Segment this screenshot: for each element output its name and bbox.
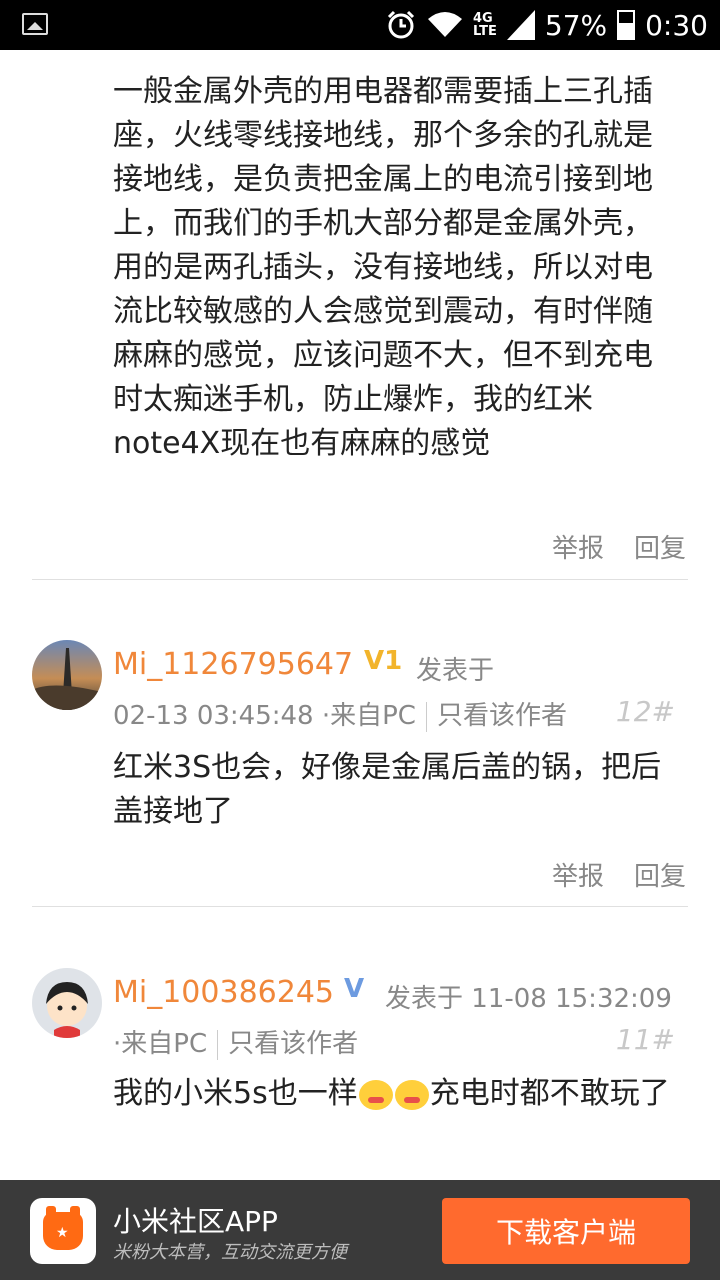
report-button[interactable]: 举报 (552, 856, 604, 893)
avatar-cartoon-image (46, 982, 88, 1038)
network-type: 4G LTE (473, 12, 497, 38)
only-author-link[interactable]: 只看该作者 (228, 1029, 358, 1059)
username[interactable]: Mi_1126795647 (113, 647, 353, 682)
avatar[interactable] (32, 968, 102, 1038)
app-download-banner[interactable]: ★ 小米社区APP 米粉大本营，互动交流更方便 下载客户端 (0, 1180, 720, 1280)
wifi-icon (427, 12, 462, 37)
posted-label: 发表于 (385, 984, 464, 1014)
clock: 0:30 (645, 8, 708, 42)
reply-button[interactable]: 回复 (634, 856, 686, 893)
app-name: 小米社区APP (113, 1205, 278, 1238)
report-button[interactable]: 举报 (552, 528, 604, 565)
signal-icon (506, 10, 535, 40)
reply-button[interactable]: 回复 (634, 528, 686, 565)
separator (217, 1029, 219, 1060)
floor-number: 12# (615, 695, 675, 728)
download-client-button[interactable]: 下载客户端 (442, 1198, 690, 1264)
verified-badge-icon: V (344, 974, 365, 1004)
level-badge-icon: V1 (364, 646, 403, 676)
posted-label: 发表于 (416, 656, 495, 686)
alarm-icon (387, 10, 415, 39)
status-icons: 4G LTE 57% 0:30 (385, 0, 708, 50)
separator (425, 701, 427, 732)
avatar-tower-image (32, 648, 102, 710)
post-source: ·来自PC (113, 1029, 208, 1059)
battery-icon (617, 10, 636, 40)
post-meta-line: 发表于 11-08 15:32:09 (385, 978, 672, 1015)
mi-community-logo-icon: ★ (30, 1198, 96, 1264)
post-datetime: 02-13 03:45:48 (113, 701, 314, 731)
network-bottom: LTE (472, 24, 497, 39)
post-body: 一般金属外壳的用电器都需要插上三孔插座，火线零线接地线，那个多余的孔就是接地线，… (113, 74, 653, 461)
divider (32, 579, 688, 580)
post-actions: 举报 回复 (552, 528, 686, 565)
post-meta: 02-13 03:45:48 ·来自PC 只看该作者 (113, 695, 567, 732)
post-source: ·来自PC (321, 701, 416, 731)
post-text-part: 我的小米5s也一样 (113, 1076, 358, 1111)
post-datetime: 11-08 15:32:09 (471, 984, 672, 1014)
post-actions: 举报 回复 (552, 856, 686, 893)
sweat-emoji-icon (358, 1079, 393, 1110)
battery-percent: 57% (544, 8, 608, 42)
reply-list[interactable]: 一般金属外壳的用电器都需要插上三孔插座，火线零线接地线，那个多余的孔就是接地线，… (0, 50, 720, 1180)
post-text-part: 充电时都不敢玩了 (429, 1076, 670, 1111)
post-meta: ·来自PC 只看该作者 (113, 1023, 358, 1060)
post-body: 红米3S也会，好像是金属后盖的锅，把后盖接地了 (113, 750, 662, 829)
gallery-notification-icon (22, 13, 48, 35)
app-slogan: 米粉大本营，互动交流更方便 (113, 1242, 347, 1263)
avatar[interactable] (32, 640, 102, 710)
floor-number: 11# (615, 1023, 675, 1056)
status-bar: 4G LTE 57% 0:30 (0, 0, 720, 50)
sweat-emoji-icon (394, 1079, 429, 1110)
divider (32, 906, 688, 907)
only-author-link[interactable]: 只看该作者 (437, 701, 567, 731)
username[interactable]: Mi_100386245 (113, 975, 334, 1010)
post-body: 我的小米5s也一样 充电时都不敢玩了 (113, 1072, 683, 1116)
star-icon: ★ (56, 1225, 69, 1241)
